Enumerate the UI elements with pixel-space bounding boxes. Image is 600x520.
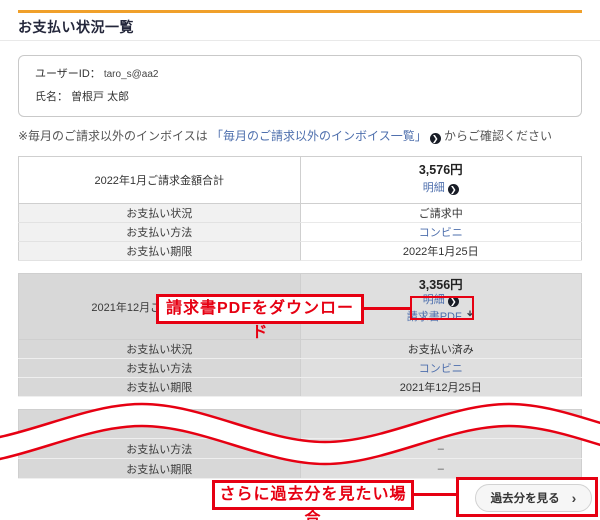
detail-link[interactable]: 明細 [423, 182, 445, 194]
row-label: お支払い方法 [19, 223, 301, 242]
payment-method-link[interactable]: コンビニ [419, 227, 463, 239]
row-value: 2022年1月25日 [300, 242, 582, 261]
view-past-button[interactable]: 過去分を見る › [475, 484, 592, 512]
table-row: お支払い期限 – [19, 459, 582, 479]
invoice-note: ※毎月のご請求以外のインボイスは 「毎月のご請求以外のインボイス一覧」❯ からご… [18, 129, 582, 144]
accent-rule [18, 10, 582, 13]
user-name-value: 曽根戸 太郎 [71, 91, 129, 103]
table-row: お支払い状況 お支払い済み [19, 340, 582, 359]
table-row: お支払い期限 2021年12月25日 [19, 378, 582, 397]
user-info-box: ユーザーID： taro_s@aa2 氏名： 曽根戸 太郎 [18, 55, 582, 117]
chevron-right-icon: › [572, 493, 577, 503]
row-value: ご請求中 [300, 204, 582, 223]
row-label: お支払い方法 [19, 359, 301, 378]
table-row [19, 410, 582, 439]
row-label: お支払い方法 [19, 439, 301, 459]
circle-arrow-icon: ❯ [430, 133, 441, 144]
pdf-download-callout: 請求書PDFをダウンロード [156, 294, 364, 324]
page-title: お支払い状況一覧 [18, 19, 582, 35]
row-value: 2021年12月25日 [300, 378, 582, 397]
row-label: お支払い状況 [19, 204, 301, 223]
invoice-note-suffix: からご確認ください [444, 129, 552, 143]
pdf-link-highlight-box [410, 296, 474, 320]
user-id-label: ユーザーID： [35, 68, 101, 80]
view-past-button-label: 過去分を見る [491, 490, 560, 506]
table-row: お支払い方法 コンビニ [19, 359, 582, 378]
table-row: お支払い期限 2022年1月25日 [19, 242, 582, 261]
row-label: お支払い期限 [19, 459, 301, 479]
payment-table-2022-01: 2022年1月ご請求金額合計 3,576円 明細❯ お支払い状況 ご請求中 お支… [18, 156, 582, 261]
user-name-line: 氏名： 曽根戸 太郎 [35, 91, 565, 104]
payment-status-page: お支払い状況一覧 ユーザーID： taro_s@aa2 氏名： 曽根戸 太郎 ※… [0, 0, 600, 520]
row-label: お支払い期限 [19, 378, 301, 397]
row-value: お支払い済み [300, 340, 582, 359]
circle-arrow-icon: ❯ [448, 184, 459, 195]
user-name-label: 氏名： [35, 91, 68, 103]
past-callout-connector [412, 493, 458, 496]
row-value: – [300, 459, 582, 479]
table-row: お支払い状況 ご請求中 [19, 204, 582, 223]
period-label: 2022年1月ご請求金額合計 [19, 157, 301, 204]
pdf-callout-connector [362, 307, 412, 310]
title-divider [0, 40, 600, 41]
table-row: お支払い方法 – [19, 439, 582, 459]
invoice-note-prefix: ※毎月のご請求以外のインボイスは [18, 129, 208, 143]
payment-method-link[interactable]: コンビニ [419, 363, 463, 375]
user-id-value: taro_s@aa2 [104, 69, 159, 80]
amount-total: 3,356円 [303, 277, 580, 293]
past-callout: さらに過去分を見たい場合 [212, 480, 414, 510]
payment-table-2021-12: 2021年12月ご請求金額合計 3,356円 明細❯ 請求書PDF [18, 273, 582, 397]
row-label: お支払い期限 [19, 242, 301, 261]
user-id-line: ユーザーID： taro_s@aa2 [35, 68, 565, 81]
table-row: 2022年1月ご請求金額合計 3,576円 明細❯ [19, 157, 582, 204]
amount-total: 3,576円 [303, 161, 580, 179]
invoice-list-link[interactable]: 「毎月のご請求以外のインボイス一覧」 [211, 129, 427, 143]
row-value: – [300, 439, 582, 459]
table-row: お支払い方法 コンビニ [19, 223, 582, 242]
payment-table-past: お支払い方法 – お支払い期限 – [18, 409, 582, 479]
